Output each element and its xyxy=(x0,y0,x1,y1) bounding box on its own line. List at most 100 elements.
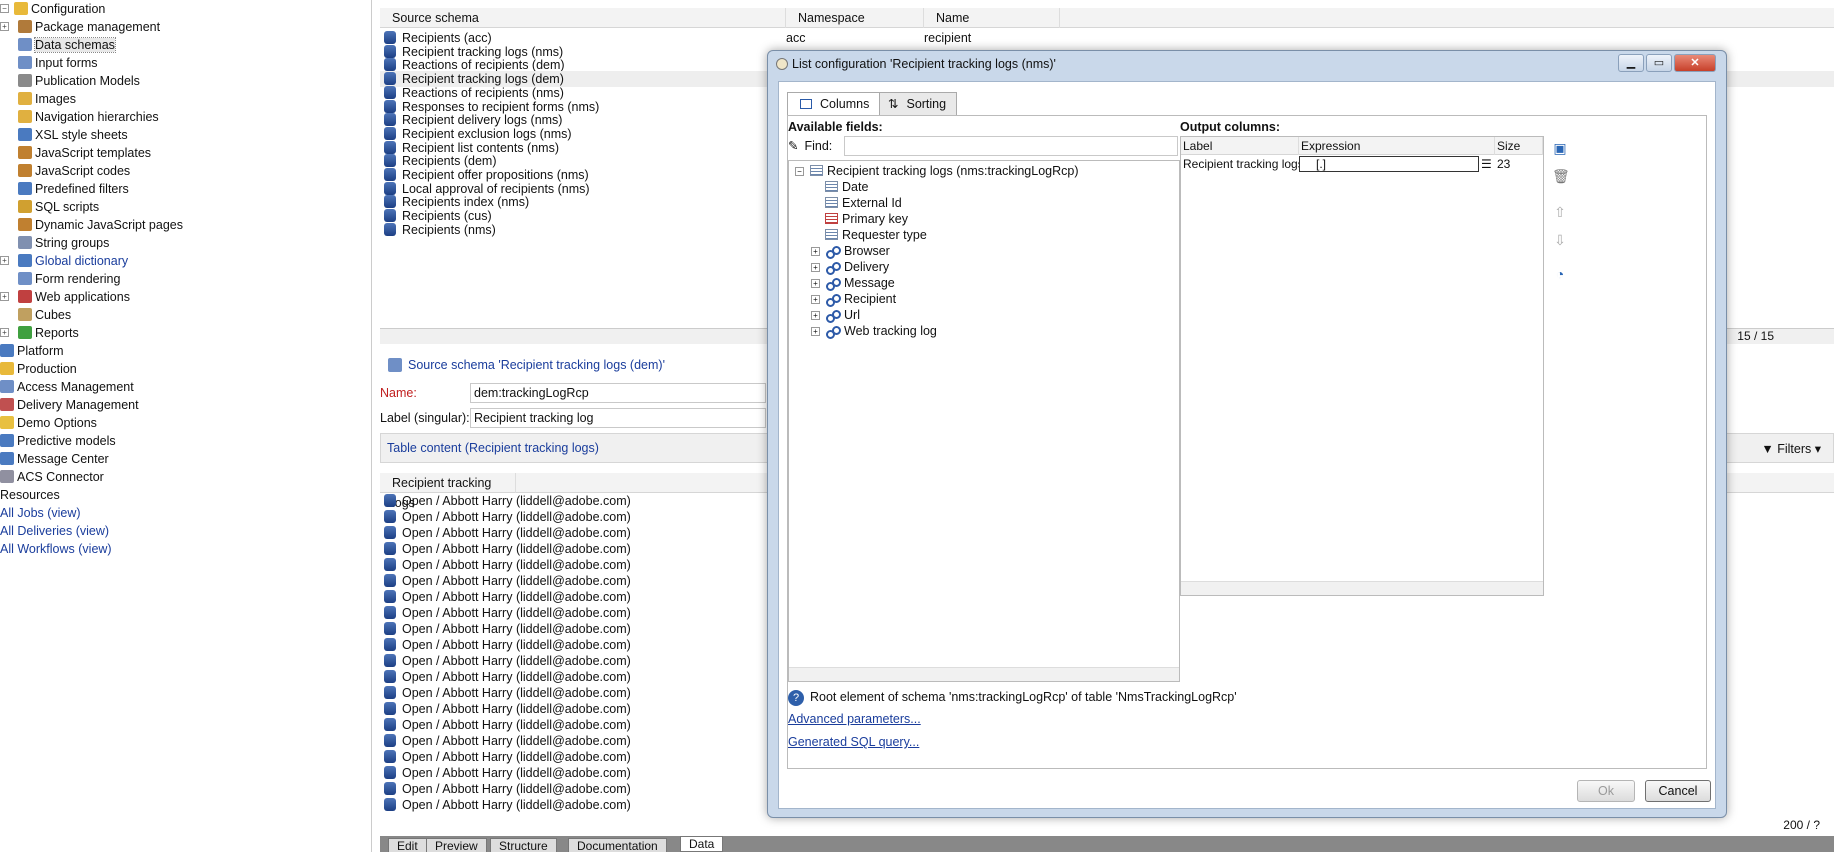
content-row[interactable]: Open / Abbott Harry (liddell@adobe.com) xyxy=(384,733,631,749)
tree-item[interactable]: Platform xyxy=(0,342,64,360)
content-row[interactable]: Open / Abbott Harry (liddell@adobe.com) xyxy=(384,797,631,813)
content-row[interactable]: Open / Abbott Harry (liddell@adobe.com) xyxy=(384,781,631,797)
generated-sql-link[interactable]: Generated SQL query... xyxy=(788,735,919,749)
bottom-tab[interactable]: Edit xyxy=(388,838,427,852)
tree-item[interactable]: Images xyxy=(18,90,76,108)
field-item[interactable]: + Recipient xyxy=(811,291,896,307)
tree-scrollbar[interactable] xyxy=(789,667,1179,681)
field-item[interactable]: Date xyxy=(825,179,868,195)
content-row[interactable]: Open / Abbott Harry (liddell@adobe.com) xyxy=(384,621,631,637)
maximize-button[interactable]: ▭ xyxy=(1646,54,1672,72)
tree-item[interactable]: JavaScript codes xyxy=(18,162,130,180)
tree-item[interactable]: − Configuration xyxy=(0,0,105,18)
tree-item[interactable]: All Jobs (view) xyxy=(0,504,81,522)
tree-item[interactable]: Message Center xyxy=(0,450,109,468)
content-row[interactable]: Open / Abbott Harry (liddell@adobe.com) xyxy=(384,557,631,573)
field-item[interactable]: + Message xyxy=(811,275,895,291)
col-source-schema[interactable]: Source schema xyxy=(380,8,786,28)
expand-icon[interactable]: + xyxy=(0,292,9,301)
expand-icon[interactable]: + xyxy=(811,295,820,304)
tree-item[interactable]: SQL scripts xyxy=(18,198,99,216)
col-recipient-tracking-logs[interactable]: Recipient tracking logs xyxy=(380,473,516,510)
field-item[interactable]: + Browser xyxy=(811,243,890,259)
content-row[interactable]: Open / Abbott Harry (liddell@adobe.com) xyxy=(384,509,631,525)
tab-columns[interactable]: Columns xyxy=(787,92,881,116)
tree-item[interactable]: Data schemas xyxy=(18,36,116,54)
expand-icon[interactable]: + xyxy=(811,263,820,272)
tree-item[interactable]: String groups xyxy=(18,234,109,252)
ok-button[interactable]: Ok xyxy=(1577,780,1635,802)
tree-item[interactable]: + Package management xyxy=(0,18,160,36)
tree-item[interactable]: ACS Connector xyxy=(0,468,104,486)
tree-item[interactable]: Production xyxy=(0,360,77,378)
cancel-button[interactable]: Cancel xyxy=(1645,780,1711,802)
content-row[interactable]: Open / Abbott Harry (liddell@adobe.com) xyxy=(384,493,631,509)
bottom-tab[interactable]: Structure xyxy=(490,838,557,852)
content-row[interactable]: Open / Abbott Harry (liddell@adobe.com) xyxy=(384,765,631,781)
tree-item[interactable]: Form rendering xyxy=(18,270,120,288)
col-label[interactable]: Label xyxy=(1181,137,1299,155)
add-column-icon[interactable]: ▣ xyxy=(1552,140,1568,156)
content-row[interactable]: Open / Abbott Harry (liddell@adobe.com) xyxy=(384,541,631,557)
expression-editor-icon[interactable]: ☰ xyxy=(1481,155,1492,173)
expand-icon[interactable]: + xyxy=(0,22,9,31)
label-singular-field[interactable]: Recipient tracking log xyxy=(470,408,766,428)
expand-icon[interactable]: + xyxy=(811,247,820,256)
tree-item[interactable]: Publication Models xyxy=(18,72,140,90)
col-namespace[interactable]: Namespace xyxy=(786,8,924,28)
expression-input[interactable]: [.] xyxy=(1299,156,1479,172)
tree-item[interactable]: All Workflows (view) xyxy=(0,540,112,558)
name-field[interactable]: dem:trackingLogRcp xyxy=(470,383,766,403)
bottom-tab[interactable]: Data xyxy=(680,836,724,852)
content-row[interactable]: Open / Abbott Harry (liddell@adobe.com) xyxy=(384,653,631,669)
col-expression[interactable]: Expression xyxy=(1299,137,1495,155)
bottom-tab[interactable]: Documentation xyxy=(568,838,667,852)
move-up-icon[interactable]: ⇧ xyxy=(1552,204,1568,220)
expand-icon[interactable]: + xyxy=(0,256,9,265)
tree-item[interactable]: Input forms xyxy=(18,54,98,72)
close-button[interactable]: ✕ xyxy=(1674,54,1716,72)
content-row[interactable]: Open / Abbott Harry (liddell@adobe.com) xyxy=(384,637,631,653)
tree-item[interactable]: Cubes xyxy=(18,306,71,324)
collapse-icon[interactable]: − xyxy=(795,167,804,176)
advanced-parameters-link[interactable]: Advanced parameters... xyxy=(788,712,921,726)
content-row[interactable]: Open / Abbott Harry (liddell@adobe.com) xyxy=(384,749,631,765)
filters-button[interactable]: ▼ Filters ▾ xyxy=(1761,441,1821,456)
output-row[interactable]: Recipient tracking logs [.] ☰ 23 xyxy=(1181,155,1543,173)
content-row[interactable]: Open / Abbott Harry (liddell@adobe.com) xyxy=(384,589,631,605)
field-item[interactable]: + Delivery xyxy=(811,259,889,275)
output-scrollbar[interactable] xyxy=(1181,581,1543,595)
content-row[interactable]: Open / Abbott Harry (liddell@adobe.com) xyxy=(384,669,631,685)
tree-item[interactable]: All Deliveries (view) xyxy=(0,522,109,540)
find-input[interactable] xyxy=(844,136,1178,156)
tree-item[interactable]: JavaScript templates xyxy=(18,144,151,162)
tree-item[interactable]: Delivery Management xyxy=(0,396,139,414)
field-item[interactable]: External Id xyxy=(825,195,902,211)
bottom-tab[interactable]: Preview xyxy=(426,838,487,852)
expand-icon[interactable]: + xyxy=(811,311,820,320)
content-row[interactable]: Open / Abbott Harry (liddell@adobe.com) xyxy=(384,525,631,541)
tree-item[interactable]: Demo Options xyxy=(0,414,97,432)
tree-item[interactable]: + Reports xyxy=(0,324,79,342)
tree-item[interactable]: + Global dictionary xyxy=(0,252,128,270)
expand-icon[interactable]: + xyxy=(0,328,9,337)
tree-item[interactable]: Resources xyxy=(0,486,60,504)
col-size[interactable]: Size xyxy=(1495,137,1543,155)
content-row[interactable]: Open / Abbott Harry (liddell@adobe.com) xyxy=(384,717,631,733)
expand-icon[interactable]: + xyxy=(811,327,820,336)
tree-item[interactable]: Dynamic JavaScript pages xyxy=(18,216,183,234)
delete-icon[interactable]: 🗑 xyxy=(1552,168,1570,184)
content-row[interactable]: Open / Abbott Harry (liddell@adobe.com) xyxy=(384,701,631,717)
tree-item[interactable]: Navigation hierarchies xyxy=(18,108,159,126)
content-row[interactable]: Open / Abbott Harry (liddell@adobe.com) xyxy=(384,685,631,701)
tree-item[interactable]: XSL style sheets xyxy=(18,126,128,144)
field-item[interactable]: Requester type xyxy=(825,227,927,243)
minimize-button[interactable]: ▁ xyxy=(1618,54,1644,72)
tree-item[interactable]: Predictive models xyxy=(0,432,116,450)
collapse-icon[interactable]: − xyxy=(0,4,9,13)
distribution-icon[interactable]: ◔ xyxy=(1552,266,1568,282)
field-item[interactable]: Primary key xyxy=(825,211,908,227)
tree-item[interactable]: + Web applications xyxy=(0,288,130,306)
tab-sorting[interactable]: ⇅ Sorting xyxy=(879,92,958,116)
expand-icon[interactable]: + xyxy=(811,279,820,288)
